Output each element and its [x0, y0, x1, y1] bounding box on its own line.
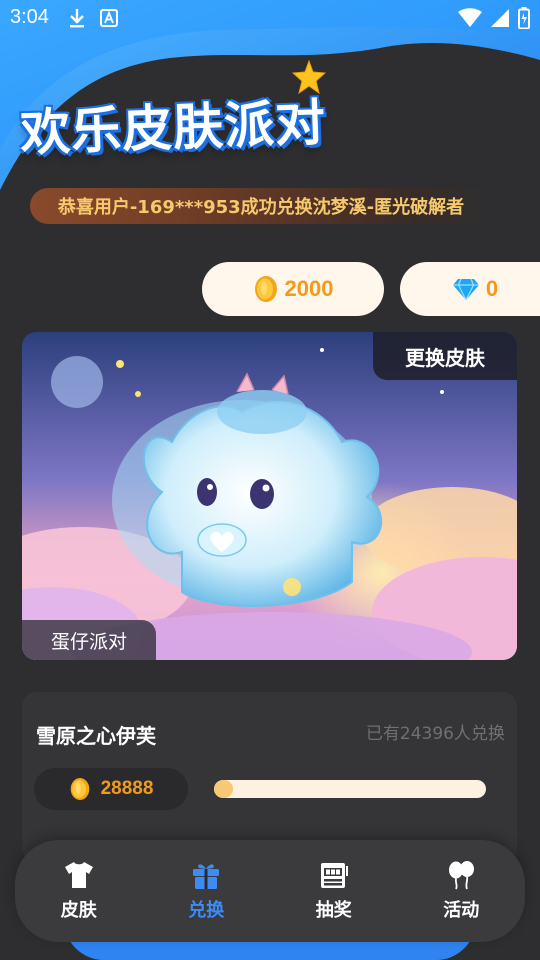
- bottom-nav: 皮肤 兑换 抽奖 活动: [15, 840, 525, 942]
- game-tag: 蛋仔派对: [22, 620, 156, 660]
- price-value: 28888: [100, 778, 154, 799]
- gem-balance-value: 0: [485, 276, 499, 301]
- coin-balance[interactable]: 2000: [202, 262, 384, 316]
- nav-label-redeem: 兑换: [188, 900, 225, 921]
- signal-icon: [491, 9, 509, 27]
- skin-artwork: [22, 332, 517, 660]
- page-title: 欢乐皮肤派对: [19, 93, 328, 163]
- change-skin-button[interactable]: 更换皮肤: [373, 332, 517, 380]
- gift-icon: [193, 864, 220, 889]
- coin-icon: [70, 778, 89, 800]
- battery-icon: [518, 7, 530, 29]
- status-left-icons: [68, 8, 118, 28]
- slot-machine-icon: [320, 863, 348, 888]
- download-icon: [70, 9, 84, 28]
- price-pill: 28888: [34, 768, 188, 810]
- diamond-icon: [452, 278, 479, 301]
- balloons-icon: [449, 861, 475, 890]
- notice-text: 恭喜用户-169***953成功兑换沈梦溪-匿光破解者: [57, 197, 465, 218]
- wifi-icon: [458, 8, 482, 27]
- nav-label-skin: 皮肤: [60, 900, 97, 921]
- redeem-progress-fill: [214, 780, 234, 798]
- status-right-icons: [458, 7, 530, 29]
- redeem-count: 已有24396人兑换: [365, 724, 505, 744]
- shirt-icon: [64, 862, 93, 888]
- skin-info-card: 雪原之心伊芙 已有24396人兑换 28888: [22, 692, 517, 862]
- gem-balance[interactable]: 0: [400, 262, 540, 316]
- nav-item-skin[interactable]: 皮肤: [24, 846, 134, 936]
- status-bar: 3:04: [0, 0, 540, 36]
- status-time: 3:04: [10, 6, 49, 28]
- redeem-progress-bar: [214, 780, 486, 798]
- coin-balance-value: 2000: [284, 276, 334, 301]
- nav-item-lottery[interactable]: 抽奖: [279, 846, 389, 936]
- star-icon: [292, 60, 326, 94]
- nav-label-activity: 活动: [443, 900, 480, 921]
- skin-name: 雪原之心伊芙: [36, 724, 156, 748]
- nav-label-lottery: 抽奖: [315, 900, 352, 921]
- nav-item-activity[interactable]: 活动: [406, 846, 516, 936]
- coin-icon: [254, 276, 277, 302]
- nav-item-redeem[interactable]: 兑换: [151, 846, 261, 936]
- notice-marquee: 恭喜用户-169***953成功兑换沈梦溪-匿光破解者: [30, 188, 492, 224]
- a-icon: [100, 9, 118, 27]
- skin-banner[interactable]: 更换皮肤 蛋仔派对: [22, 332, 517, 660]
